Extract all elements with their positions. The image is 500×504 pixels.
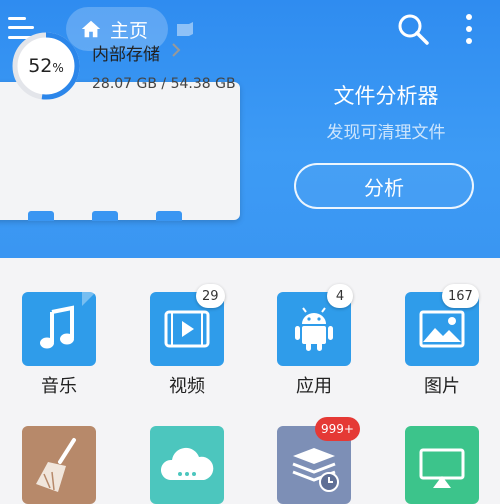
cast-screen-icon	[419, 448, 465, 488]
file-analyzer-subtitle: 发现可清理文件	[326, 123, 446, 143]
cleaner-broom-icon	[36, 438, 76, 492]
window-tab-icon[interactable]	[175, 20, 195, 38]
storage-percent: 52 %	[10, 30, 82, 102]
home-icon	[81, 20, 101, 38]
home-label: 主页	[110, 19, 149, 42]
storage-percent-sign: %	[52, 61, 64, 75]
video-count-badge: 29	[196, 284, 225, 308]
apps-count-badge: 4	[327, 284, 353, 308]
images-count-badge: 167	[442, 284, 479, 308]
chevron-right-icon	[172, 43, 181, 57]
cloud-icon	[160, 447, 214, 480]
images-label[interactable]: 图片	[392, 372, 492, 398]
recent-files-badge: 999+	[315, 417, 360, 441]
apps-label[interactable]: 应用	[264, 372, 364, 398]
storage-percent-number: 52	[28, 55, 53, 77]
cloud-tile[interactable]	[150, 426, 224, 504]
storage-title: 内部存储	[92, 45, 160, 65]
search-icon[interactable]	[396, 12, 430, 46]
file-analyzer-title: 文件分析器	[333, 84, 439, 108]
internal-storage-card[interactable]	[0, 82, 240, 221]
music-category-tile[interactable]	[22, 292, 96, 366]
more-options-icon[interactable]	[463, 12, 475, 46]
music-label[interactable]: 音乐	[9, 372, 109, 398]
cast-tile[interactable]	[405, 426, 479, 504]
cleaner-tile[interactable]	[22, 426, 96, 504]
analyze-button[interactable]: 分析	[294, 163, 474, 209]
storage-usage-text: 28.07 GB / 54.38 GB	[92, 76, 236, 92]
video-label[interactable]: 视频	[137, 372, 237, 398]
